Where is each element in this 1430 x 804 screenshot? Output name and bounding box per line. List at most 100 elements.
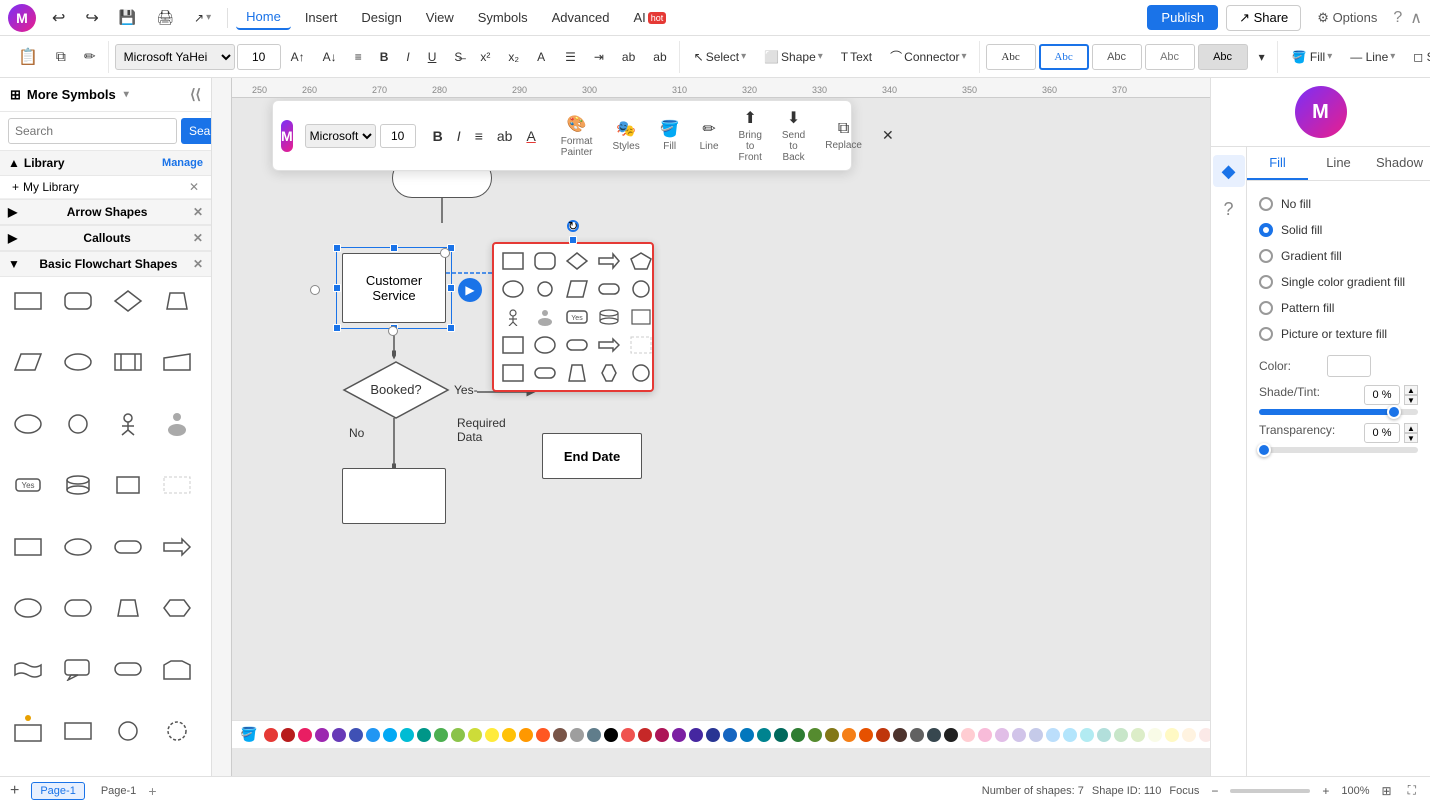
color-swatch-r3-7[interactable] bbox=[1063, 728, 1077, 742]
close-icon[interactable]: ✕ bbox=[193, 205, 203, 219]
color-swatch-14[interactable] bbox=[842, 728, 856, 742]
color-swatch-20[interactable] bbox=[944, 728, 958, 742]
sp-blank[interactable] bbox=[626, 332, 656, 358]
transparency-down-btn[interactable]: ▼ bbox=[1404, 433, 1418, 443]
solid-fill-option[interactable]: Solid fill bbox=[1259, 217, 1418, 243]
bold-btn[interactable]: B bbox=[372, 46, 397, 68]
canvas-content[interactable]: M Microsoft B I ≡ ab A 🎨 Format Painter bbox=[232, 98, 1210, 736]
color-picker-swatch[interactable] bbox=[1327, 355, 1371, 377]
menu-item-ai[interactable]: AI hot bbox=[623, 6, 676, 29]
close-icon[interactable]: ✕ bbox=[193, 257, 203, 271]
tab-fill[interactable]: Fill bbox=[1247, 147, 1308, 180]
shade-down-btn[interactable]: ▼ bbox=[1404, 395, 1418, 405]
search-button[interactable]: Search bbox=[181, 118, 212, 144]
color-swatch-green[interactable] bbox=[434, 728, 448, 742]
library-header[interactable]: ▲ Library Manage bbox=[0, 151, 211, 176]
line-btn[interactable]: — Line ▾ bbox=[1342, 46, 1403, 68]
ft-fontcolor-btn[interactable]: A bbox=[521, 126, 540, 146]
page-tab-active[interactable]: Page-1 bbox=[31, 782, 84, 800]
style-swatch-3[interactable]: Abc bbox=[1092, 44, 1142, 70]
copy-btn[interactable]: ⧉ bbox=[48, 44, 74, 69]
style-swatch-4[interactable]: Abc bbox=[1145, 44, 1195, 70]
shape-cylinder[interactable] bbox=[58, 467, 98, 503]
collapse-icon[interactable]: ∧ bbox=[1410, 8, 1422, 28]
ft-collapse-btn[interactable]: ✕ bbox=[874, 124, 902, 147]
color-swatch-pink[interactable] bbox=[298, 728, 312, 742]
color-swatch-9[interactable] bbox=[757, 728, 771, 742]
menu-item-advanced[interactable]: Advanced bbox=[542, 6, 620, 29]
color-swatch-r3-2[interactable] bbox=[978, 728, 992, 742]
text-btn[interactable]: T Text bbox=[833, 46, 880, 68]
shape-ellipse[interactable] bbox=[58, 344, 98, 380]
color-swatch-2[interactable] bbox=[638, 728, 652, 742]
color-swatch-r3-12[interactable] bbox=[1148, 728, 1162, 742]
help-panel-btn[interactable]: ? bbox=[1213, 193, 1245, 225]
color-swatch-13[interactable] bbox=[825, 728, 839, 742]
color-swatch-r3-8[interactable] bbox=[1080, 728, 1094, 742]
shape-picker-popup[interactable]: ↻ Yes bbox=[492, 242, 654, 392]
shape-c4[interactable] bbox=[157, 590, 197, 626]
decrease-font-btn[interactable]: A↓ bbox=[315, 46, 345, 68]
sp-circle[interactable] bbox=[530, 276, 560, 302]
color-swatch-r3-13[interactable] bbox=[1165, 728, 1179, 742]
color-swatch-yellow[interactable] bbox=[485, 728, 499, 742]
shape-diamond[interactable] bbox=[108, 283, 148, 319]
fc-customer-service[interactable]: Customer Service bbox=[342, 253, 446, 323]
color-swatch-8[interactable] bbox=[740, 728, 754, 742]
color-swatch-grey[interactable] bbox=[570, 728, 584, 742]
menu-item-symbols[interactable]: Symbols bbox=[468, 6, 538, 29]
zoom-slider[interactable] bbox=[1230, 789, 1310, 793]
shape-person2[interactable] bbox=[157, 406, 197, 442]
basic-flowchart-section[interactable]: ▼ Basic Flowchart Shapes ✕ bbox=[0, 251, 211, 277]
help-icon[interactable]: ? bbox=[1393, 9, 1402, 27]
fill-panel-btn[interactable]: ◆ bbox=[1213, 155, 1245, 187]
no-fill-radio[interactable] bbox=[1259, 197, 1273, 211]
sp-arrow-r[interactable] bbox=[594, 248, 624, 274]
canvas-area[interactable]: 250 260 270 280 290 300 310 320 330 340 … bbox=[212, 78, 1210, 776]
publish-button[interactable]: Publish bbox=[1147, 5, 1218, 30]
transparency-slider-track[interactable] bbox=[1259, 447, 1418, 453]
strikethrough-btn[interactable]: S̶ bbox=[446, 46, 470, 68]
save-btn[interactable]: 💾 bbox=[111, 5, 144, 30]
sp-data[interactable] bbox=[626, 304, 656, 330]
manage-link[interactable]: Manage bbox=[162, 157, 203, 169]
fc-end-date[interactable]: End Date bbox=[542, 433, 642, 479]
color-swatch-r3-14[interactable] bbox=[1182, 728, 1196, 742]
font-color-btn[interactable]: A bbox=[529, 46, 555, 68]
ft-send-back-btn[interactable]: ⬇ Send to Back bbox=[774, 105, 813, 166]
shape-oval[interactable] bbox=[8, 406, 48, 442]
style-more-btn[interactable]: ▾ bbox=[1251, 46, 1273, 68]
zoom-out-btn[interactable]: − bbox=[1207, 782, 1222, 800]
format-btn[interactable]: ✏ bbox=[76, 44, 104, 69]
color-swatch-blue[interactable] bbox=[366, 728, 380, 742]
sp-e4[interactable] bbox=[530, 332, 560, 358]
shape-c2[interactable] bbox=[58, 590, 98, 626]
color-swatch-dpurple[interactable] bbox=[332, 728, 346, 742]
color-swatch-12[interactable] bbox=[808, 728, 822, 742]
color-swatch-3[interactable] bbox=[655, 728, 669, 742]
color-swatch-black[interactable] bbox=[604, 728, 618, 742]
shape-person[interactable] bbox=[108, 406, 148, 442]
shape-dot[interactable] bbox=[8, 713, 48, 749]
shape-c3[interactable] bbox=[108, 590, 148, 626]
shade-slider-track[interactable] bbox=[1259, 409, 1418, 415]
color-swatch-lime[interactable] bbox=[468, 728, 482, 742]
style-swatch-5[interactable]: Abc bbox=[1198, 44, 1248, 70]
shade-input[interactable] bbox=[1364, 385, 1400, 405]
ft-bring-front-btn[interactable]: ⬆ Bring to Front bbox=[731, 105, 770, 166]
color-swatch-cyan[interactable] bbox=[400, 728, 414, 742]
shade-slider-thumb[interactable] bbox=[1387, 405, 1401, 419]
color-swatch-r3-6[interactable] bbox=[1046, 728, 1060, 742]
sp-rounded[interactable] bbox=[530, 248, 560, 274]
single-gradient-option[interactable]: Single color gradient fill bbox=[1259, 269, 1418, 295]
color-swatch-lblue[interactable] bbox=[383, 728, 397, 742]
sp-parallelogram[interactable] bbox=[562, 276, 592, 302]
shape-process[interactable] bbox=[108, 344, 148, 380]
fc-booked-diamond[interactable]: Booked? bbox=[342, 360, 450, 423]
shape-r2[interactable] bbox=[8, 529, 48, 565]
pattern-fill-option[interactable]: Pattern fill bbox=[1259, 295, 1418, 321]
shape-yes[interactable]: Yes bbox=[8, 467, 48, 503]
arrow-shapes-section[interactable]: ▶ Arrow Shapes ✕ bbox=[0, 199, 211, 225]
undo-btn[interactable]: ↩ bbox=[44, 4, 73, 32]
shape-rounded-rect[interactable] bbox=[58, 283, 98, 319]
